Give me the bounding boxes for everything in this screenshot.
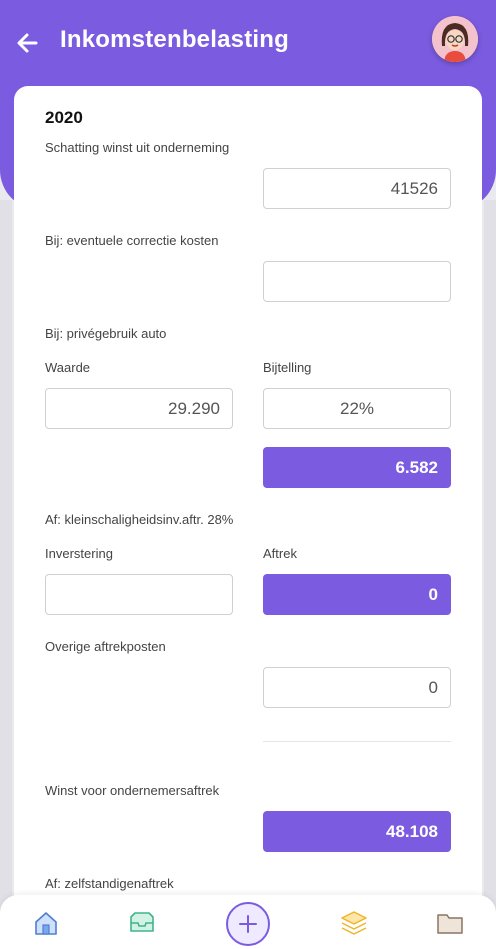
deduction-label: Aftrek: [263, 546, 297, 561]
deduction-result: 0: [263, 574, 451, 615]
year-heading: 2020: [45, 108, 83, 127]
arrow-left-icon: [17, 33, 38, 53]
correction-input[interactable]: [263, 261, 451, 302]
car-addition-select[interactable]: 22%: [263, 388, 451, 429]
bottom-nav: [0, 895, 496, 949]
pre-entrepreneur-profit-result: 48.108: [263, 811, 451, 852]
home-icon: [35, 912, 57, 935]
folder-icon: [437, 914, 463, 934]
top-bar: Inkomstenbelasting: [0, 0, 496, 86]
back-button[interactable]: [14, 30, 40, 56]
form-card: 2020 Schatting winst uit onderneming 415…: [14, 86, 482, 926]
nav-layers[interactable]: [338, 907, 370, 939]
car-addition-label: Bijtelling: [263, 360, 312, 375]
layers-icon: [341, 911, 367, 935]
other-deductions-label: Overige aftrekposten: [45, 639, 166, 654]
car-value-label: Waarde: [45, 360, 91, 375]
divider: [263, 741, 451, 742]
avatar[interactable]: [432, 16, 478, 62]
user-avatar-icon: [432, 16, 478, 62]
left-side-strip: [0, 200, 12, 949]
self-employed-deduction-label: Af: zelfstandigenaftrek: [45, 876, 174, 891]
inbox-icon: [130, 912, 154, 932]
nav-home[interactable]: [30, 907, 62, 939]
pre-entrepreneur-profit-label: Winst voor ondernemersaftrek: [45, 783, 220, 798]
nav-inbox[interactable]: [126, 907, 158, 939]
nav-folder[interactable]: [434, 907, 466, 939]
ksi-label: Af: kleinschaligheidsinv.aftr. 28%: [45, 512, 234, 527]
investment-input[interactable]: [45, 574, 233, 615]
correction-label: Bij: eventuele correctie kosten: [45, 233, 219, 248]
car-value-input[interactable]: 29.290: [45, 388, 233, 429]
page-title: Inkomstenbelasting: [60, 26, 289, 53]
car-usage-label: Bij: privégebruik auto: [45, 326, 167, 341]
profit-input[interactable]: 41526: [263, 168, 451, 209]
plus-icon: [239, 915, 257, 933]
other-deductions-input[interactable]: 0: [263, 667, 451, 708]
nav-add-button[interactable]: [226, 902, 270, 946]
right-side-strip: [484, 200, 496, 949]
investment-label: Inverstering: [45, 546, 113, 561]
car-addition-result: 6.582: [263, 447, 451, 488]
profit-label: Schatting winst uit onderneming: [45, 140, 230, 155]
